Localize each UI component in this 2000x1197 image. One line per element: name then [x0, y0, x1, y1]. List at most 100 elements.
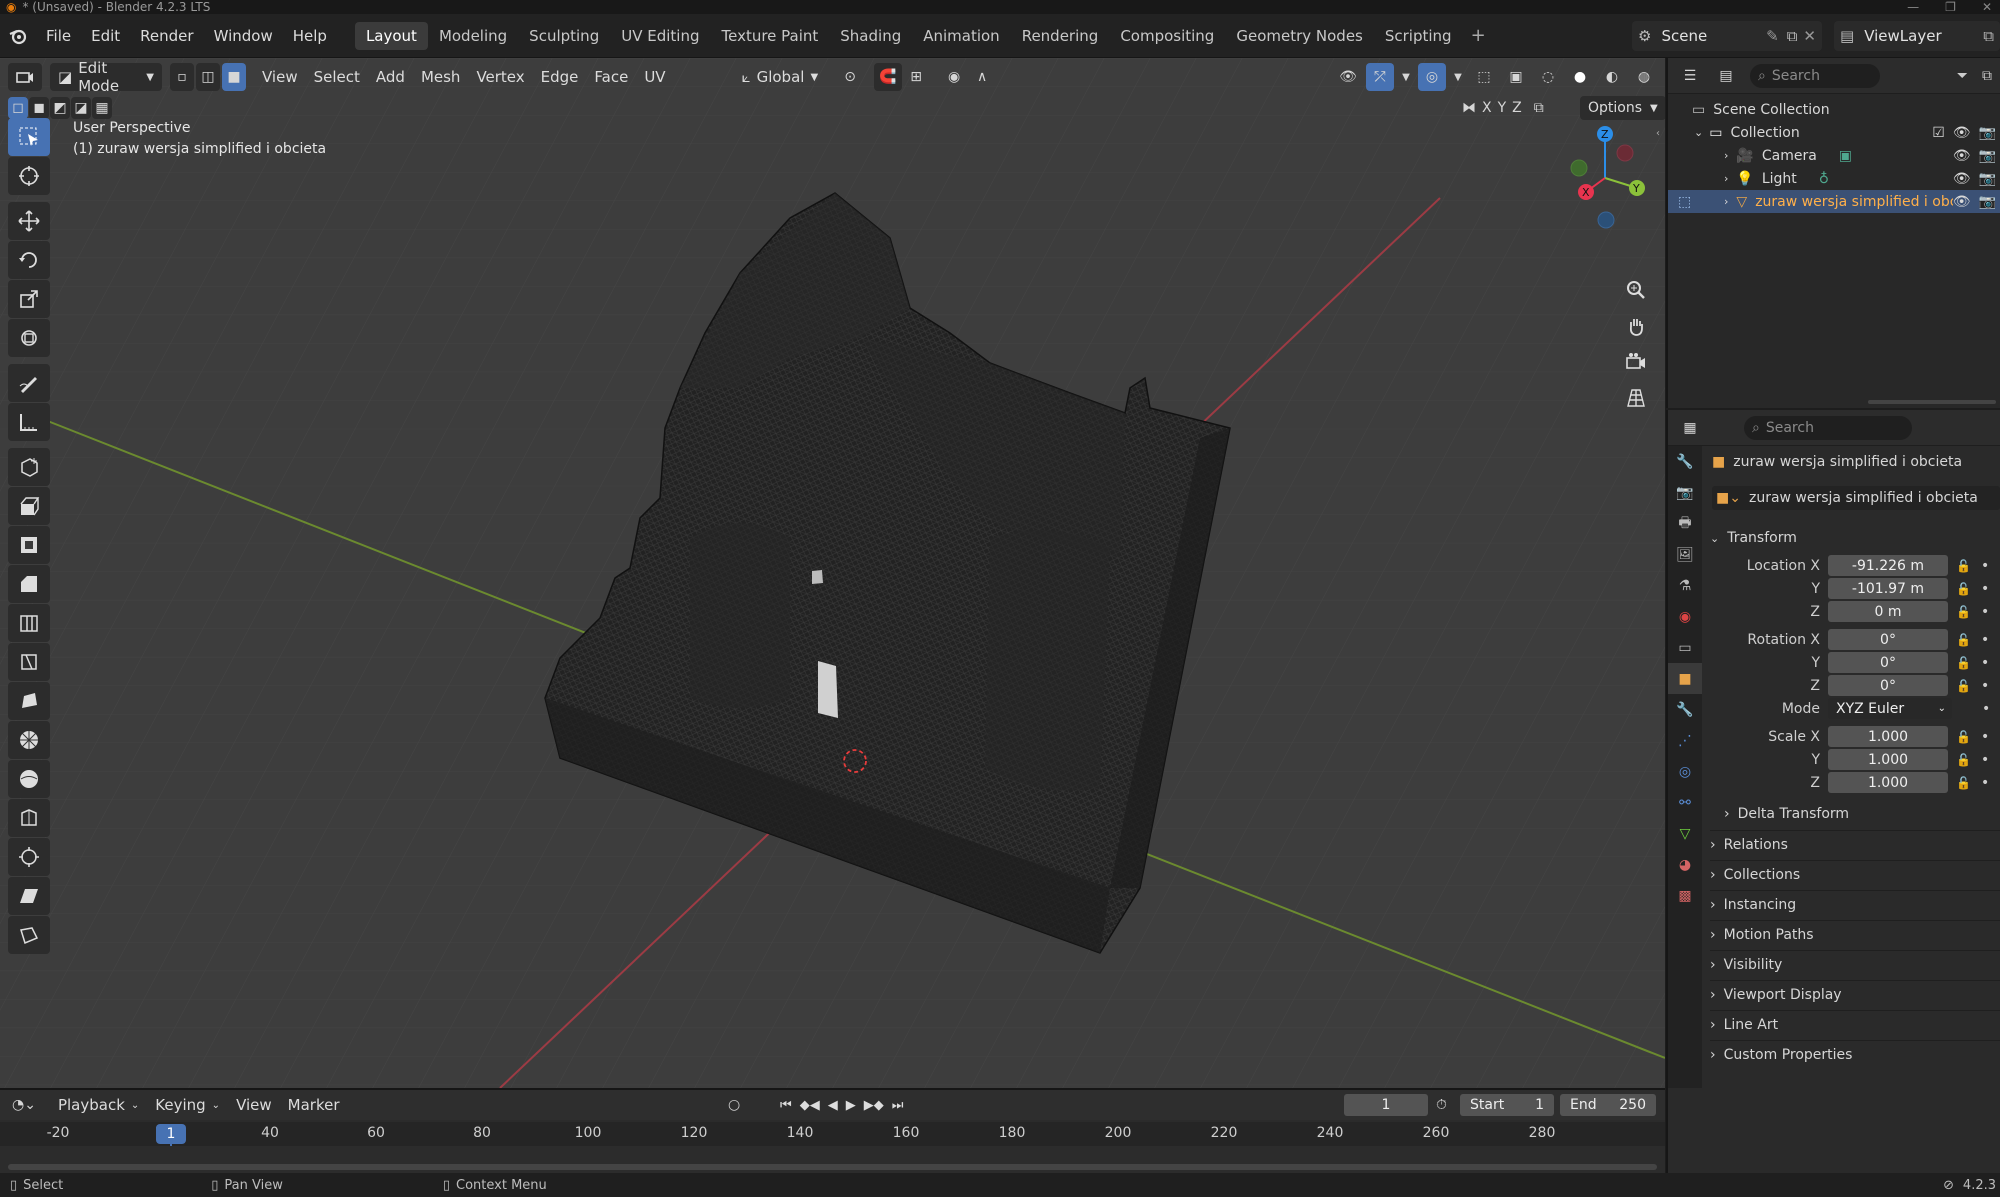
- end-frame-field[interactable]: End 250: [1560, 1094, 1656, 1116]
- options-dropdown[interactable]: Options ▼: [1580, 96, 1665, 120]
- visibility-icon[interactable]: 👁: [1334, 63, 1362, 91]
- menu-help[interactable]: Help: [283, 27, 337, 45]
- lock-icon[interactable]: 🔓: [1956, 605, 1971, 619]
- select-invert-icon[interactable]: ◪: [71, 97, 91, 119]
- scale-tool-icon[interactable]: [8, 280, 50, 318]
- menu-window[interactable]: Window: [204, 27, 283, 45]
- rendered-shading-icon[interactable]: ◍: [1630, 63, 1658, 91]
- view-layer-tab-icon[interactable]: 🖼: [1668, 539, 1702, 570]
- tab-modeling[interactable]: Modeling: [428, 22, 518, 50]
- eye-icon[interactable]: 👁: [1953, 125, 1971, 141]
- tab-texture-paint[interactable]: Texture Paint: [710, 22, 829, 50]
- lock-icon[interactable]: 🔓: [1956, 656, 1971, 670]
- camera-render-icon[interactable]: 📷: [1979, 194, 1996, 210]
- delta-transform-header[interactable]: › Delta Transform: [1724, 800, 2000, 828]
- mesh-data-tab-icon[interactable]: ▽: [1668, 818, 1702, 849]
- blender-logo-icon[interactable]: [0, 26, 36, 46]
- pin-icon[interactable]: ✎: [1766, 27, 1779, 45]
- modifier-tab-icon[interactable]: 🔧: [1668, 694, 1702, 725]
- add-cube-tool-icon[interactable]: [8, 448, 50, 486]
- render-tab-icon[interactable]: 📷: [1668, 477, 1702, 508]
- measure-tool-icon[interactable]: [8, 403, 50, 441]
- wireframe-shading-icon[interactable]: ◌: [1534, 63, 1562, 91]
- outliner-search-input[interactable]: ⌕ Search: [1750, 63, 1880, 88]
- extrude-tool-icon[interactable]: [8, 487, 50, 525]
- rotation-mode-dropdown[interactable]: XYZ Euler ⌄: [1828, 698, 1952, 719]
- chevron-down-icon[interactable]: ▼: [1662, 63, 1665, 91]
- tab-rendering[interactable]: Rendering: [1011, 22, 1110, 50]
- location-z-field[interactable]: 0 m: [1828, 601, 1948, 622]
- snap-target-icon[interactable]: ⊞: [902, 63, 930, 91]
- material-shading-icon[interactable]: ◐: [1598, 63, 1626, 91]
- keyframe-dot-icon[interactable]: •: [1981, 729, 1989, 745]
- camera-render-icon[interactable]: 📷: [1979, 171, 1996, 187]
- shear-tool-icon[interactable]: [8, 877, 50, 915]
- sidebar-toggle-icon[interactable]: ‹: [1656, 128, 1660, 139]
- transform-orientation-dropdown[interactable]: ⟀ Global ▼: [734, 63, 827, 91]
- lock-icon[interactable]: 🔓: [1956, 776, 1971, 790]
- object-tab-icon[interactable]: ■: [1668, 663, 1702, 694]
- rotation-z-field[interactable]: 0°: [1828, 675, 1948, 696]
- mirror-y-toggle[interactable]: Y: [1498, 100, 1507, 116]
- object-datablock-field[interactable]: ■⌄ zuraw wersja simplified i obcieta: [1712, 486, 2000, 510]
- keyframe-dot-icon[interactable]: •: [1981, 678, 1989, 694]
- auto-merge-icon[interactable]: ⧉: [1534, 100, 1544, 116]
- texture-tab-icon[interactable]: ▩: [1668, 880, 1702, 911]
- line-art-section-header[interactable]: › Line Art: [1710, 1010, 2000, 1038]
- new-collection-icon[interactable]: ⧉: [1982, 68, 1992, 84]
- tab-shading[interactable]: Shading: [829, 22, 912, 50]
- chevron-down-icon[interactable]: ▼: [1450, 63, 1466, 91]
- loop-cut-tool-icon[interactable]: [8, 604, 50, 642]
- location-x-field[interactable]: -91.226 m: [1828, 555, 1948, 576]
- collections-section-header[interactable]: › Collections: [1710, 860, 2000, 888]
- transform-tool-icon[interactable]: [8, 319, 50, 357]
- transform-section-header[interactable]: ⌄ Transform: [1710, 524, 2000, 552]
- object-name[interactable]: zuraw wersja simplified i obcieta: [1733, 454, 1962, 470]
- lock-icon[interactable]: 🔓: [1956, 730, 1971, 744]
- chevron-down-icon[interactable]: ⌄: [1694, 126, 1703, 139]
- marker-menu[interactable]: Marker: [280, 1091, 348, 1119]
- select-intersect-icon[interactable]: ▦: [92, 97, 112, 119]
- move-tool-icon[interactable]: [8, 202, 50, 240]
- scale-y-field[interactable]: 1.000: [1828, 749, 1948, 770]
- mode-dropdown[interactable]: ◪ Edit Mode ▼: [50, 59, 162, 95]
- instancing-section-header[interactable]: › Instancing: [1710, 890, 2000, 918]
- falloff-icon[interactable]: ∧: [968, 63, 996, 91]
- 3d-viewport[interactable]: ◪ Edit Mode ▼ ▫ ◫ ■ View Select Add Mesh…: [0, 58, 1665, 1088]
- select-subtract-icon[interactable]: ◩: [50, 97, 70, 119]
- menu-render[interactable]: Render: [130, 27, 203, 45]
- stopwatch-icon[interactable]: ⏱: [1436, 1097, 1447, 1113]
- record-icon[interactable]: ○: [728, 1097, 740, 1113]
- select-box-tool-icon[interactable]: [8, 118, 50, 156]
- inset-tool-icon[interactable]: [8, 526, 50, 564]
- menu-view[interactable]: View: [254, 63, 306, 91]
- select-extend-icon[interactable]: ◼: [29, 97, 49, 119]
- motion-paths-section-header[interactable]: › Motion Paths: [1710, 920, 2000, 948]
- proportional-edit-icon[interactable]: ◉: [940, 63, 968, 91]
- gizmo-toggle-icon[interactable]: ⤱: [1366, 63, 1394, 91]
- menu-edge[interactable]: Edge: [533, 63, 587, 91]
- lock-icon[interactable]: 🔓: [1956, 559, 1971, 573]
- keyframe-dot-icon[interactable]: •: [1981, 604, 1989, 620]
- keyframe-dot-icon[interactable]: •: [1981, 558, 1989, 574]
- playhead-marker[interactable]: 1: [156, 1124, 186, 1144]
- scale-x-field[interactable]: 1.000: [1828, 726, 1948, 747]
- poly-build-tool-icon[interactable]: [8, 682, 50, 720]
- frame-ruler[interactable]: -202040608010012014016018020022024026028…: [0, 1122, 1665, 1178]
- bevel-tool-icon[interactable]: [8, 565, 50, 603]
- menu-uv[interactable]: UV: [636, 63, 673, 91]
- chevron-right-icon[interactable]: ›: [1724, 149, 1728, 162]
- jump-start-icon[interactable]: ⏮: [780, 1098, 792, 1113]
- chevron-down-icon[interactable]: ▼: [1398, 63, 1414, 91]
- viewport-display-section-header[interactable]: › Viewport Display: [1710, 980, 2000, 1008]
- maximize-icon[interactable]: ❐: [1945, 0, 1956, 14]
- visibility-section-header[interactable]: › Visibility: [1710, 950, 2000, 978]
- close-icon[interactable]: ✕: [1982, 0, 1992, 14]
- cursor-tool-icon[interactable]: [8, 157, 50, 195]
- world-tab-icon[interactable]: ◉: [1668, 601, 1702, 632]
- display-mode-icon[interactable]: ▤: [1712, 62, 1740, 90]
- rotation-y-field[interactable]: 0°: [1828, 652, 1948, 673]
- mirror-icon[interactable]: ⧓: [1462, 100, 1476, 116]
- outliner-item-camera[interactable]: › 🎥 Camera ▣ 👁 📷: [1668, 144, 2000, 167]
- keyframe-dot-icon[interactable]: •: [1981, 775, 1989, 791]
